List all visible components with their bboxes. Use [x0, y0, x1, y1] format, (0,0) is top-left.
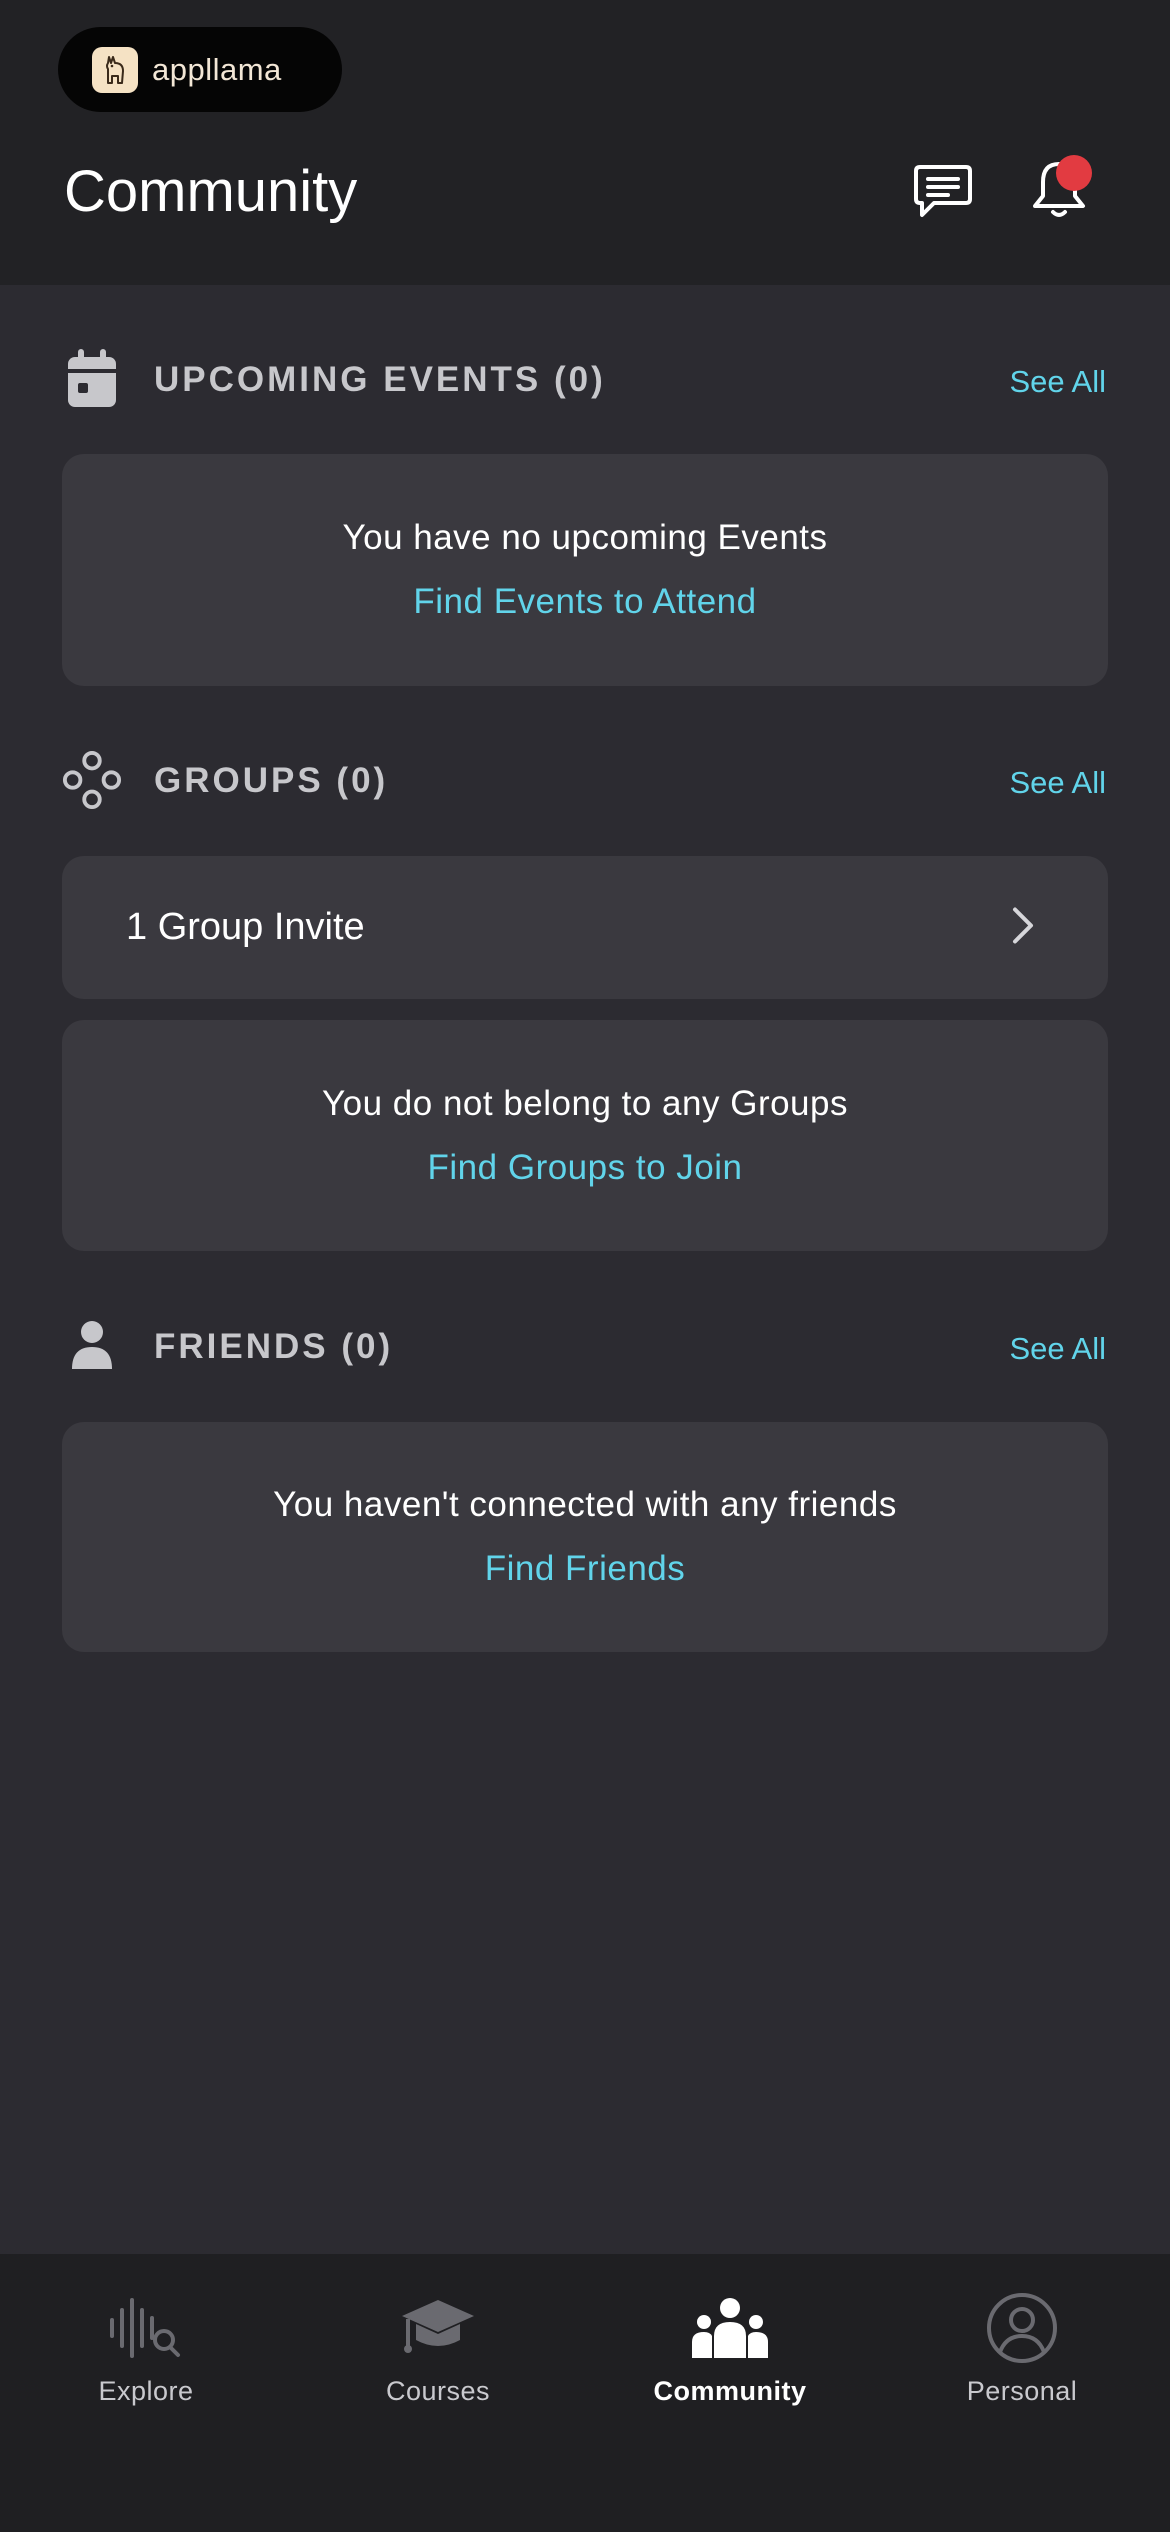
- group-invite-row[interactable]: 1 Group Invite: [62, 856, 1108, 999]
- groups-empty-text: You do not belong to any Groups: [322, 1083, 848, 1123]
- brand-badge[interactable]: appllama: [58, 27, 342, 112]
- chat-icon[interactable]: [906, 156, 980, 226]
- groups-empty-card: You do not belong to any Groups Find Gro…: [62, 1020, 1108, 1251]
- friends-empty-text: You haven't connected with any friends: [273, 1485, 897, 1524]
- explore-search-icon: [108, 2288, 184, 2368]
- tab-personal[interactable]: Personal: [876, 2254, 1168, 2414]
- friends-section-header: FRIENDS (0) See All: [0, 1311, 1170, 1381]
- tab-personal-label: Personal: [966, 2376, 1078, 2406]
- groups-section-title: GROUPS (0): [154, 761, 389, 800]
- community-people-icon: [692, 2288, 768, 2368]
- groups-section-header: GROUPS (0) See All: [0, 745, 1170, 815]
- tab-explore[interactable]: Explore: [0, 2254, 292, 2414]
- calendar-icon: [62, 344, 122, 414]
- app-header: appllama Community: [0, 0, 1170, 285]
- friends-see-all-link[interactable]: See All: [1009, 1331, 1106, 1367]
- notification-dot: [1056, 155, 1092, 191]
- friends-section-title: FRIENDS (0): [154, 1327, 394, 1366]
- chevron-right-icon: [1010, 905, 1036, 950]
- find-friends-link[interactable]: Find Friends: [485, 1549, 686, 1589]
- brand-name: appllama: [152, 51, 282, 87]
- events-empty-text: You have no upcoming Events: [342, 518, 828, 557]
- group-invite-label: 1 Group Invite: [126, 906, 365, 948]
- bottom-tab-bar: Explore Courses Community Personal: [0, 2254, 1170, 2532]
- tab-explore-label: Explore: [98, 2376, 194, 2406]
- groups-icon: [62, 745, 122, 815]
- page-title: Community: [64, 159, 358, 224]
- groups-see-all-link[interactable]: See All: [1009, 765, 1106, 801]
- tab-community[interactable]: Community: [584, 2254, 876, 2414]
- user-circle-icon: [986, 2288, 1058, 2368]
- tab-courses[interactable]: Courses: [292, 2254, 584, 2414]
- events-empty-card: You have no upcoming Events Find Events …: [62, 454, 1108, 686]
- events-section-title: UPCOMING EVENTS (0): [154, 360, 606, 399]
- graduation-cap-icon: [400, 2288, 476, 2368]
- friends-empty-card: You haven't connected with any friends F…: [62, 1422, 1108, 1652]
- find-events-link[interactable]: Find Events to Attend: [413, 582, 756, 622]
- llama-logo-icon: [92, 46, 138, 93]
- tab-courses-label: Courses: [385, 2376, 491, 2406]
- events-section-header: UPCOMING EVENTS (0) See All: [0, 344, 1170, 414]
- tab-community-label: Community: [653, 2376, 807, 2406]
- events-see-all-link[interactable]: See All: [1009, 364, 1106, 400]
- find-groups-link[interactable]: Find Groups to Join: [428, 1148, 743, 1188]
- person-icon: [62, 1311, 122, 1381]
